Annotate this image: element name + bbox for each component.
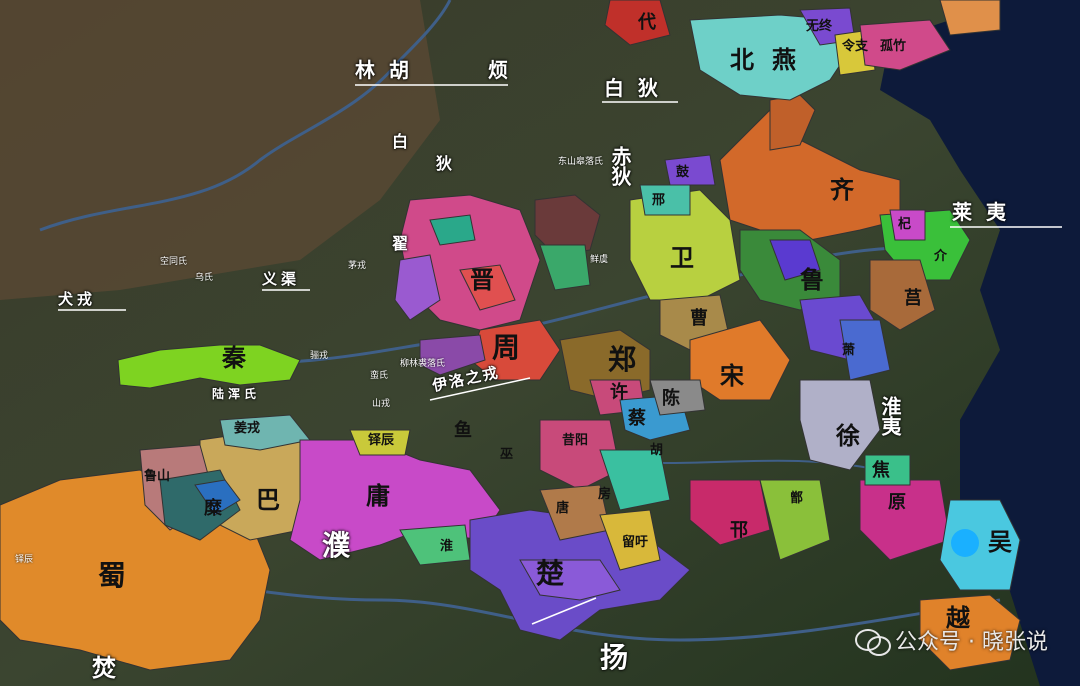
tribe-label-fan: 烦 [488,58,508,82]
state-label-ying: 邗 [730,520,748,541]
historical-map: 林胡 烦 白狄 赤狄 莱夷 犬戎 义渠 陆浑氏 伊洛之戎 濮 淮夷 白 狄 翟 … [0,0,1080,686]
state-label-wu: 吴 [988,527,1012,556]
tribe-label-chidi: 赤狄 [608,146,632,186]
tribe-label-baidi: 白狄 [604,76,672,100]
state-label-yan-small: 原 [888,492,906,513]
label-wushi: 乌氏 [195,273,214,283]
state-label-jin: 晋 [470,265,494,294]
label-xianyu: 鲜虞 [590,255,609,265]
state-label-dai: 代 [638,12,656,33]
state-label-guzhu: 孤竹 [880,39,907,54]
state-label-xu: 许 [610,382,628,403]
tribe-label-yang: 扬 [600,641,629,674]
state-label-xing: 邢 [652,193,666,208]
state-label-xiao: 萧 [842,343,856,358]
state-label-jie: 介 [934,249,948,264]
state-label-cai: 蔡 [628,408,646,429]
watermark-text: 公众号 · 晓张说 [895,630,1048,655]
state-label-wuzhong: 无终 [806,19,833,34]
state-label-yun: 留吁 [622,535,649,550]
state-label-lu: 鲁 [800,265,824,294]
tribe-label-fen: 焚 [92,654,116,682]
state-label-qi: 齐 [830,175,854,204]
tribe-label-pu: 濮 [322,529,351,562]
state-label-lingzhi: 令支 [842,39,869,54]
label-manshi: 蛮氏 [370,371,389,381]
state-label-ruo: 鱼 [454,420,472,441]
state-label-fang: 房 [598,487,612,502]
state-label-yong: 庸 [366,481,390,510]
state-label-gu: 鼓 [676,165,690,180]
label-dongshan: 东山皋落氏 [558,157,604,167]
state-label-song: 宋 [720,361,744,390]
tribe-label-luhun: 陆浑氏 [212,387,261,401]
state-label-qi-small: 杞 [898,217,912,232]
state-label-pi: 焦 [872,460,890,481]
tribe-label-zhai: 翟 [392,234,409,253]
lake-taihu [951,529,979,557]
tribe-label-bai: 白 [392,132,409,151]
state-label-shen: 昔阳 [562,433,589,448]
tribe-label-laiyi: 莱夷 [952,200,1020,224]
state-label-ba: 巴 [256,485,280,514]
tribe-label-huaiyi: 淮夷 [878,396,902,436]
tribe-label-quanrong: 犬戎 [58,290,97,308]
state-label-ju: 莒 [904,288,922,309]
state-label-hu: 胡 [650,443,664,458]
tribe-label-di: 狄 [436,154,453,173]
region-gu [664,154,716,186]
state-label-bao: 姜戎 [234,421,261,436]
state-label-shu: 蜀 [98,559,127,592]
state-label-mi: 铎辰 [368,433,395,448]
tribe-label-linhu: 林胡 [355,58,423,82]
state-label-jiang: 淮 [440,539,454,554]
state-label-chen: 陈 [662,388,680,409]
label-kongtong: 空同氏 [160,257,188,267]
state-label-xu-east: 徐 [836,421,860,450]
state-label-qin: 秦 [222,343,246,372]
state-label-feng: 糜 [204,498,222,519]
label-liulin: 柳林裘落氏 [400,359,446,369]
tribe-label-yiqu: 义渠 [262,270,301,288]
state-label-lv: 巫 [500,447,514,462]
label-ba-county: 铎辰 [15,555,34,565]
state-label-tang: 唐 [556,501,570,516]
state-label-zheng: 郑 [608,343,637,376]
state-label-xiyang: 鲁山 [144,469,171,484]
region-tang [939,0,1001,36]
watermark: 公众号 · 晓张说 [855,624,1048,656]
state-label-cao: 曹 [690,308,708,329]
state-label-zhou: 周 [492,331,521,364]
label-shanrong: 山戎 [372,399,391,409]
label-maorong: 茅戎 [348,261,367,271]
label-lirong: 骊戎 [310,351,329,361]
state-label-wei: 卫 [670,243,694,272]
state-label-beiyan: 北燕 [730,45,814,74]
state-label-chu: 楚 [536,557,565,590]
wechat-icon [855,627,892,656]
state-label-qunshu: 鄫 [790,491,804,506]
